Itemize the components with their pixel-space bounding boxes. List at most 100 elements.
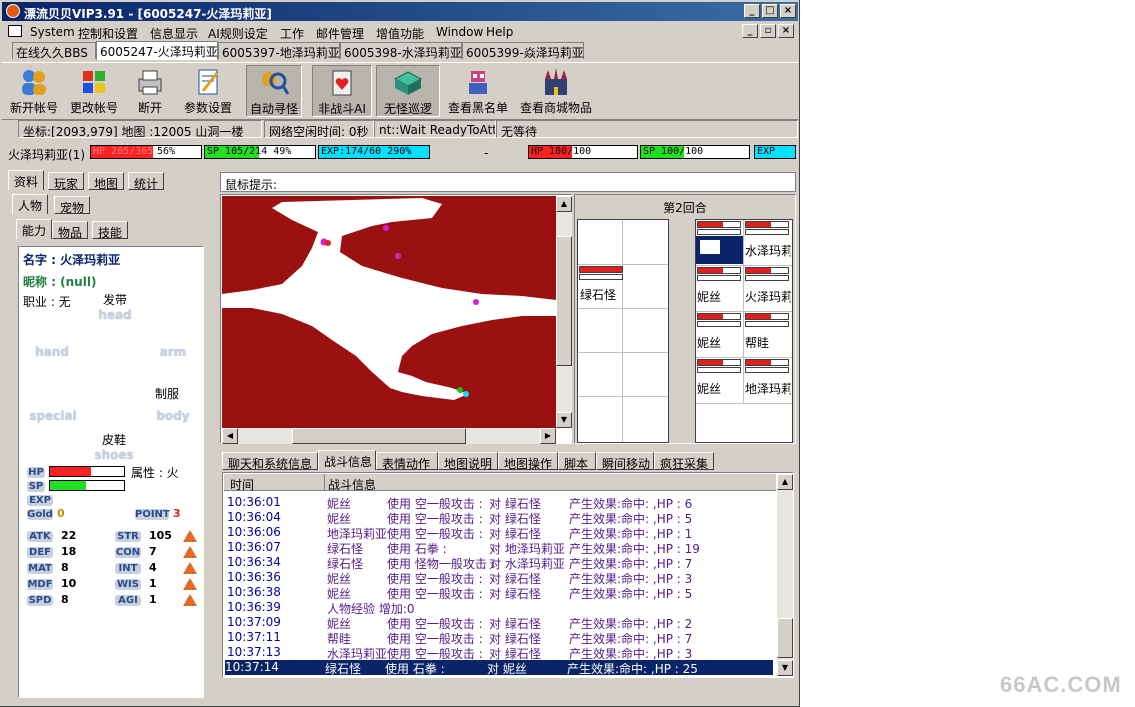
log-col-time[interactable]: 时间: [230, 476, 254, 493]
log-row[interactable]: 10:37:14 绿石怪 使用 石拳 : 对 妮丝 产生效果:命中: ,HP : 25: [225, 660, 773, 676]
mdi-minimize-button[interactable]: _: [742, 24, 758, 38]
title-bar[interactable]: 漂流贝贝VIP3.91 - [6005247-火泽玛莉亚] _ □ ×: [2, 2, 798, 21]
menu-info[interactable]: 信息显示: [150, 25, 198, 42]
info-tab-1[interactable]: 战斗信息: [318, 450, 376, 470]
info-tab-0[interactable]: 聊天和系统信息: [222, 452, 318, 471]
log-col-info[interactable]: 战斗信息: [328, 476, 376, 493]
stat-increase-icon[interactable]: [183, 562, 197, 574]
enemy-name[interactable]: 绿石怪: [580, 286, 616, 303]
player-exp-text: EXP:174/60 290%: [321, 146, 412, 157]
mall-items-button[interactable]: 查看商城物品: [518, 65, 594, 117]
stat-increase-icon[interactable]: [183, 578, 197, 590]
account-tab-6005397[interactable]: 6005397-地泽玛莉亚: [218, 42, 340, 60]
log-row[interactable]: 10:36:34 绿石怪 使用 怪物一般攻击 :对 水泽玛莉亚 产生效果:命中: ,H…: [227, 555, 775, 571]
tab-stats[interactable]: 统计: [128, 172, 165, 191]
minimap-canvas[interactable]: [222, 196, 556, 428]
info-tab-4[interactable]: 地图操作: [498, 452, 558, 471]
equip-shoes[interactable]: 皮鞋 shoes: [89, 431, 139, 462]
ally-slot[interactable]: [696, 220, 744, 266]
minimap-hthumb[interactable]: [292, 428, 466, 444]
log-vthumb[interactable]: [777, 618, 793, 658]
ally-slot[interactable]: 妮丝: [696, 312, 744, 358]
log-vscroll[interactable]: ▲ ▼: [777, 474, 793, 676]
menu-mail[interactable]: 邮件管理: [316, 25, 364, 42]
log-row[interactable]: 10:36:04 妮丝 使用 空一般攻击 :对 绿石怪 产生效果:命中: ,HP : …: [227, 510, 775, 526]
mdi-close-button[interactable]: ×: [778, 24, 794, 38]
non-battle-ai-button[interactable]: 非战斗AI: [312, 65, 372, 117]
disconnect-button[interactable]: 断开: [130, 65, 170, 117]
info-tab-2[interactable]: 表情动作: [376, 452, 438, 471]
patrol-button[interactable]: 无怪巡逻: [376, 65, 440, 117]
minimize-button[interactable]: _: [744, 4, 760, 18]
info-tab-3[interactable]: 地图说明: [438, 452, 498, 471]
log-row[interactable]: 10:36:39 人物经验 增加:0: [227, 600, 775, 616]
stat-increase-icon[interactable]: [183, 530, 197, 542]
stat-increase-icon[interactable]: [183, 594, 197, 606]
minimap-scroll-up[interactable]: ▲: [556, 196, 572, 212]
menu-window[interactable]: Window: [436, 25, 483, 39]
minimap-scroll-left[interactable]: ◀: [222, 428, 238, 444]
tab-profile[interactable]: 资料: [8, 170, 45, 190]
account-tab-6005398[interactable]: 6005398-水泽玛莉亚: [340, 42, 462, 60]
ally-slot[interactable]: 妮丝: [696, 266, 744, 312]
ally-slot[interactable]: 水泽玛莉: [744, 220, 792, 266]
auto-find-monster-button[interactable]: 自动寻怪: [246, 65, 302, 117]
log-row[interactable]: 10:36:07 绿石怪 使用 石拳 :对 地泽玛莉亚 产生效果:命中: ,HP : …: [227, 540, 775, 556]
maximize-button[interactable]: □: [762, 4, 778, 18]
minimap-scroll-right[interactable]: ▶: [540, 428, 556, 444]
equip-head[interactable]: 发带 head: [95, 291, 135, 322]
minimap-vscroll[interactable]: ▲ ▼: [556, 196, 572, 428]
log-row[interactable]: 10:37:09 妮丝 使用 空一般攻击 :对 绿石怪 产生效果:命中: ,HP : …: [227, 615, 775, 631]
equip-special[interactable]: special: [25, 397, 81, 423]
menu-work[interactable]: 工作: [280, 25, 304, 42]
system-menu-icon[interactable]: [8, 25, 22, 37]
ally-slot[interactable]: 地泽玛莉: [744, 358, 792, 404]
account-tab-bbs[interactable]: 在线久久BBS: [12, 42, 96, 60]
tab-pet[interactable]: 宠物: [54, 196, 91, 215]
log-row[interactable]: 10:36:06 地泽玛莉亚 使用 空一般攻击 :对 绿石怪 产生效果:命中: ,HP…: [227, 525, 775, 541]
mdi-restore-button[interactable]: ▫: [760, 24, 776, 38]
info-tab-5[interactable]: 脚本: [558, 452, 596, 471]
minimap-hscroll[interactable]: ◀ ▶: [222, 428, 556, 444]
info-tab-7[interactable]: 疯狂采集: [654, 452, 714, 471]
blacklist-button[interactable]: 查看黑名单: [446, 65, 510, 117]
log-row[interactable]: 10:37:11 帮眭 使用 空一般攻击 :对 绿石怪 产生效果:命中: ,HP : …: [227, 630, 775, 646]
ally-slot[interactable]: 妮丝: [696, 358, 744, 404]
menu-help[interactable]: Help: [486, 25, 513, 39]
log-scroll-down[interactable]: ▼: [777, 660, 793, 676]
log-row[interactable]: 10:37:13 水泽玛莉亚 使用 空一般攻击 :对 绿石怪 产生效果:命中: ,HP…: [227, 645, 775, 661]
tab-ability[interactable]: 能力: [16, 219, 53, 239]
change-account-button[interactable]: 更改帐号: [64, 65, 124, 117]
account-tab-6005399[interactable]: 6005399-焱泽玛莉亚: [462, 42, 584, 60]
minimap-vthumb[interactable]: [556, 236, 572, 366]
equip-arm[interactable]: arm: [151, 333, 195, 359]
log-row[interactable]: 10:36:01 妮丝 使用 空一般攻击 :对 绿石怪 产生效果:命中: ,HP : …: [227, 495, 775, 511]
log-scroll-up[interactable]: ▲: [777, 474, 793, 490]
info-tab-6[interactable]: 瞬间移动: [596, 452, 654, 471]
ally-slot[interactable]: 火泽玛莉: [744, 266, 792, 312]
stat-key: STR: [115, 531, 141, 542]
minimap[interactable]: ▲ ▼ ◀ ▶: [220, 194, 572, 444]
tab-character[interactable]: 人物: [12, 194, 49, 214]
log-row[interactable]: 10:36:38 妮丝 使用 空一般攻击 :对 绿石怪 产生效果:命中: ,HP : …: [227, 585, 775, 601]
tab-map[interactable]: 地图: [88, 172, 125, 191]
menu-control[interactable]: 控制和设置: [78, 25, 138, 42]
left-panel-scrollbar[interactable]: [204, 246, 220, 698]
menu-ai-rules[interactable]: AI规则设定: [208, 25, 268, 42]
new-account-button[interactable]: 新开帐号: [6, 65, 62, 117]
equip-body[interactable]: body: [153, 409, 193, 423]
ally-slot[interactable]: 帮眭: [744, 312, 792, 358]
log-cell: 产生效果:命中: ,HP : 25: [567, 662, 698, 676]
close-button[interactable]: ×: [780, 4, 796, 18]
equip-hand[interactable]: hand: [27, 333, 77, 359]
settings-button[interactable]: 参数设置: [178, 65, 238, 117]
account-tab-6005247[interactable]: 6005247-火泽玛莉亚: [96, 41, 218, 60]
minimap-scroll-down[interactable]: ▼: [556, 412, 572, 428]
tab-players[interactable]: 玩家: [48, 172, 85, 191]
tab-items[interactable]: 物品: [52, 221, 89, 240]
log-row[interactable]: 10:36:36 妮丝 使用 空一般攻击 :对 绿石怪 产生效果:命中: ,HP : …: [227, 570, 775, 586]
menu-system[interactable]: System: [30, 25, 75, 39]
menu-addons[interactable]: 增值功能: [376, 25, 424, 42]
tab-skills[interactable]: 技能: [92, 221, 129, 240]
stat-increase-icon[interactable]: [183, 546, 197, 558]
